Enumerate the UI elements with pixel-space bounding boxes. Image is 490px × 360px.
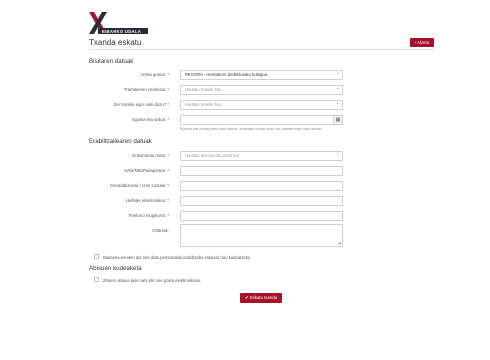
logo-text: EIBARKO UDALA xyxy=(102,28,142,34)
procedure-label: Tramiteeren zerikusia: * xyxy=(123,87,169,92)
resize-grip-icon[interactable]: ◢ xyxy=(338,240,341,245)
privacy-checkbox-label: Baimena ematen dut nire datu pertsonalak… xyxy=(103,254,251,260)
page-title: Txanda eskatu xyxy=(89,38,142,47)
area-label: Arreta gunea: * xyxy=(140,72,169,77)
date-help-text: Egunia eta ordua hartu bahi behar, auker… xyxy=(180,127,323,131)
doc-type-select[interactable]: Hautatu dokumentu mota bat xyxy=(180,150,343,161)
eibar-logo: EIBARKO UDALA xyxy=(88,12,148,34)
calendar-icon[interactable]: ▦ xyxy=(333,115,343,125)
phone-label: Telefono mugikorra: * xyxy=(128,213,169,218)
notes-label: Oharrak: xyxy=(152,228,169,233)
submit-button[interactable]: ✔ Eskatu txanda xyxy=(240,293,282,303)
phone-input[interactable] xyxy=(180,211,343,221)
email-label: Helbide elektronikoa: * xyxy=(126,198,169,203)
privacy-checkbox[interactable] xyxy=(94,254,99,259)
name-input[interactable] xyxy=(180,181,343,191)
email-notice-checkbox-label: Zitaren abisua jaso nahi dut nire posta … xyxy=(103,277,202,283)
date-label: Egunia eta ordua: * xyxy=(132,117,169,122)
service-type-select[interactable]: Hautatu tramite bat... xyxy=(180,99,343,110)
procedure-select[interactable]: Hautatu tramite bat... xyxy=(180,84,343,95)
doc-number-input[interactable] xyxy=(180,166,343,176)
area-select[interactable]: PEGORA - Herritarren Zerbitzurako bulego… xyxy=(180,69,343,80)
service-type-label: Zer tramite egin nahi duzu? * xyxy=(113,102,169,107)
date-input[interactable]: ▦ xyxy=(180,115,343,125)
notes-textarea[interactable]: ◢ xyxy=(180,224,343,247)
section-title-visit: Bisitaren datuak xyxy=(89,58,134,65)
back-button[interactable]: ‹ Atzera xyxy=(410,38,434,47)
section-title-user: Erabiltzailearen datuak xyxy=(89,138,152,145)
doc-number-label: NAN/NIE/Pasaportea: * xyxy=(124,168,169,173)
email-input[interactable] xyxy=(180,196,343,206)
email-notice-checkbox[interactable] xyxy=(94,277,99,282)
section-title-notice: Abisuen kudeaketa xyxy=(89,265,142,272)
doc-type-label: Dokumentu mota: * xyxy=(132,153,169,158)
name-label: Izena/abizenak / Izen soziala: * xyxy=(109,183,169,188)
title-divider xyxy=(89,49,434,50)
